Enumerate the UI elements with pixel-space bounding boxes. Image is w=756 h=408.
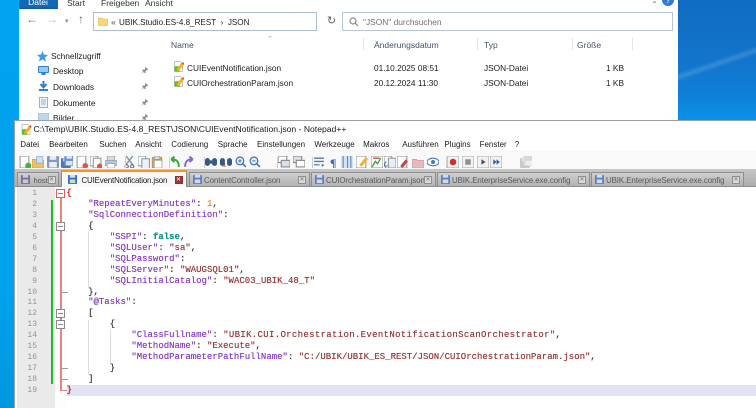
svg-text:a: a	[222, 162, 226, 168]
svg-text:¶: ¶	[330, 156, 336, 168]
